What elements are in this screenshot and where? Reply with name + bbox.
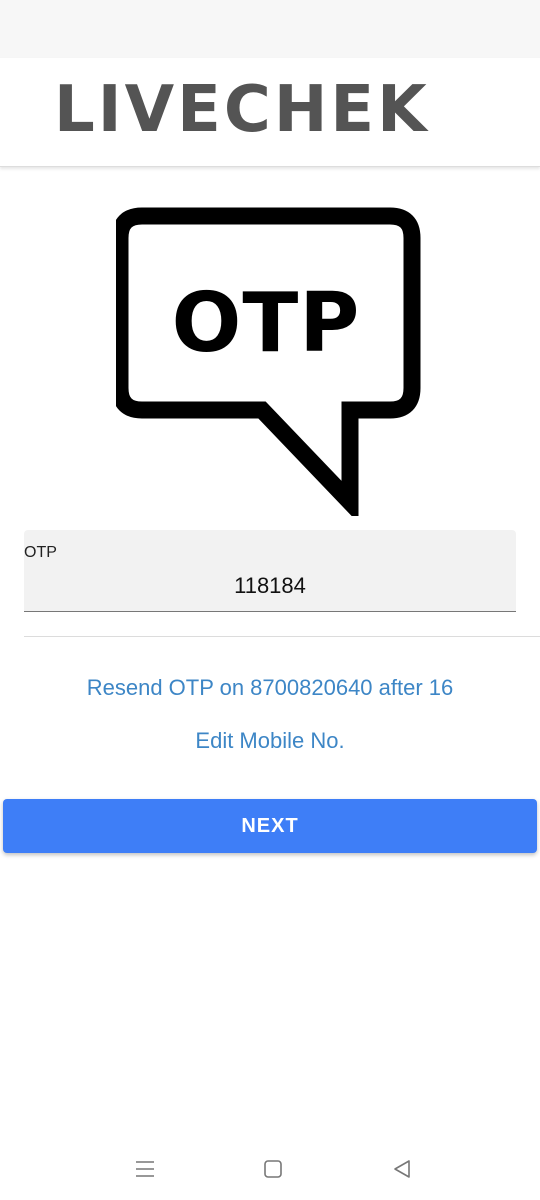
back-triangle-icon[interactable] bbox=[387, 1154, 417, 1184]
otp-input[interactable] bbox=[24, 570, 516, 602]
status-bar bbox=[0, 0, 540, 58]
next-button[interactable]: NEXT bbox=[3, 799, 537, 853]
edit-mobile-link[interactable]: Edit Mobile No. bbox=[0, 727, 540, 755]
system-nav-bar bbox=[0, 1140, 540, 1200]
app-header: LIVECHEK bbox=[0, 58, 540, 167]
otp-field-label: OTP bbox=[24, 544, 57, 561]
otp-field[interactable]: OTP bbox=[24, 530, 516, 612]
divider bbox=[24, 636, 540, 637]
home-square-icon[interactable] bbox=[258, 1154, 288, 1184]
livechek-logo: LIVECHEK bbox=[54, 73, 430, 147]
otp-speech-bubble-icon: OTP bbox=[116, 206, 426, 516]
menu-icon[interactable] bbox=[130, 1154, 160, 1184]
resend-otp-link[interactable]: Resend OTP on 8700820640 after 16 bbox=[0, 674, 540, 702]
otp-illustration-label: OTP bbox=[171, 276, 361, 371]
